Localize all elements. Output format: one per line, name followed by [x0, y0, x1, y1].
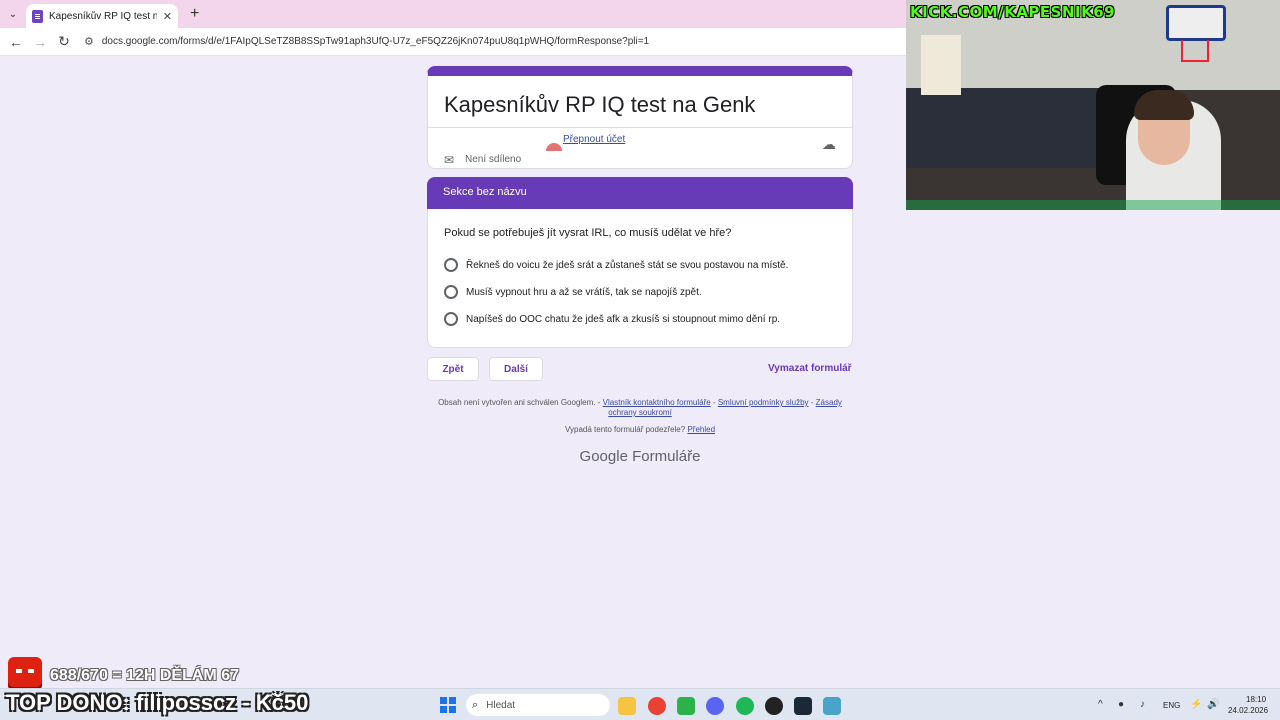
footer-separator: - — [810, 398, 814, 407]
avatar — [546, 143, 562, 151]
section-header: Sekce bez názvu — [427, 177, 853, 209]
network-icon[interactable]: ⚡ — [1190, 699, 1202, 710]
reload-icon[interactable]: ↻ — [52, 33, 76, 50]
switch-account-link[interactable]: Přepnout účet — [563, 134, 625, 145]
report-line: Vypadá tento formulář podezřele? Přehled — [427, 425, 853, 434]
spotify-icon[interactable] — [736, 697, 754, 715]
streamer-hair — [1134, 90, 1194, 120]
brand-google: Google — [579, 448, 628, 465]
form-footer: Obsah není vytvořen ani schválen Googlem… — [436, 398, 844, 418]
option-label[interactable]: Musíš vypnout hru a až se vrátíš, tak se… — [466, 287, 702, 298]
forms-favicon-icon — [32, 9, 43, 23]
forward-arrow-icon[interactable]: → — [28, 34, 52, 50]
brand-forms: Formuláře — [632, 448, 701, 465]
radio-button[interactable] — [444, 285, 458, 299]
question-card: Pokud se potřebuješ jít vysrat IRL, co m… — [427, 209, 853, 348]
back-button[interactable]: Zpět — [427, 357, 479, 381]
windows-start-icon[interactable] — [440, 697, 456, 713]
file-explorer-icon[interactable] — [618, 697, 636, 715]
webcam-poster — [921, 35, 961, 95]
steam-icon[interactable] — [794, 697, 812, 715]
taskbar-search[interactable]: ⌕ Hledat — [466, 694, 610, 716]
divider — [428, 127, 852, 128]
radio-button[interactable] — [444, 258, 458, 272]
kick-channel-label: KICK.COM/KAPESNIK69 — [910, 3, 1116, 21]
obs-icon[interactable] — [765, 697, 783, 715]
url-text: docs.google.com/forms/d/e/1FAIpQLSeTZ8B8… — [101, 36, 650, 47]
chrome-icon[interactable] — [648, 697, 666, 715]
tab-close-icon[interactable]: ✕ — [163, 10, 172, 23]
section-title: Sekce bez názvu — [443, 186, 527, 198]
clock-date[interactable]: 24.02.2026 — [1228, 706, 1268, 715]
tray-chevron-icon[interactable]: ^ — [1098, 699, 1103, 710]
suspicious-text: Vypadá tento formulář podezřele? — [564, 425, 686, 434]
game-launcher-icon[interactable] — [677, 697, 695, 715]
option-label[interactable]: Řekneš do voicu že jdeš srát a zůstaneš … — [466, 260, 788, 271]
tab-title: Kapesníkův RP IQ test na Genk — [49, 10, 157, 22]
disclaimer-text: Obsah není vytvořen ani schválen Googlem… — [438, 398, 601, 407]
microphone-icon[interactable]: ♪ — [1140, 699, 1145, 710]
not-shared-icon: ✉ — [444, 153, 455, 167]
browser-toolbar: ← → ↻ ⚙ docs.google.com/forms/d/e/1FAIpQ… — [0, 28, 906, 56]
language-indicator[interactable]: ENG — [1163, 701, 1180, 710]
radio-button[interactable] — [444, 312, 458, 326]
clock-time[interactable]: 18:10 — [1246, 695, 1266, 704]
tab-bar: ⌄ Kapesníkův RP IQ test na Genk ✕ + — [0, 0, 906, 28]
clear-form-button[interactable]: Vymazat formulář — [768, 363, 852, 374]
cloud-save-icon[interactable]: ☁ — [822, 136, 836, 153]
option-label[interactable]: Napíšeš do OOC chatu že jdeš afk a zkusí… — [466, 314, 780, 325]
basketball-net — [1181, 40, 1209, 62]
webcam-overlay: KICK.COM/KAPESNIK69 — [906, 0, 1280, 210]
question-text: Pokud se potřebuješ jít vysrat IRL, co m… — [444, 227, 732, 239]
discord-icon[interactable] — [706, 697, 724, 715]
webcam-light — [906, 200, 1280, 210]
sub-goal-text: 688/670 = 12H DĚLÁM 67 — [50, 667, 239, 684]
not-shared-label: Není sdíleno — [465, 154, 522, 165]
google-forms-logo: Google Formuláře — [427, 448, 853, 465]
footer-separator: - — [712, 398, 716, 407]
app-icon[interactable] — [823, 697, 841, 715]
next-button[interactable]: Další — [489, 357, 543, 381]
new-tab-button[interactable]: + — [190, 5, 199, 23]
devil-mascot-icon — [8, 657, 42, 691]
report-link[interactable]: Přehled — [687, 425, 715, 434]
radio-option[interactable]: Napíšeš do OOC chatu že jdeš afk a zkusí… — [444, 312, 780, 326]
form-title-card: Kapesníkův RP IQ test na Genk Přepnout ú… — [427, 66, 853, 169]
radio-option[interactable]: Řekneš do voicu že jdeš srát a zůstaneš … — [444, 258, 788, 272]
basketball-hoop — [1166, 5, 1226, 41]
top-donor-text: TOP DONO: filiposscz - Kč50 — [6, 690, 309, 715]
search-placeholder: Hledat — [486, 699, 516, 711]
address-bar[interactable]: ⚙ docs.google.com/forms/d/e/1FAIpQLSeTZ8… — [84, 29, 906, 54]
owner-contact-link[interactable]: Vlastník kontaktního formuláře — [603, 398, 711, 407]
form-title: Kapesníkův RP IQ test na Genk — [444, 92, 756, 117]
tray-app-icon[interactable]: ● — [1118, 699, 1124, 710]
radio-option[interactable]: Musíš vypnout hru a až se vrátíš, tak se… — [444, 285, 702, 299]
tab-search-chevron-icon[interactable]: ⌄ — [0, 0, 26, 28]
terms-link[interactable]: Smluvní podmínky služby — [718, 398, 809, 407]
volume-icon[interactable]: 🔊 — [1207, 699, 1219, 710]
back-arrow-icon[interactable]: ← — [4, 34, 28, 50]
search-icon: ⌕ — [472, 698, 479, 711]
site-info-icon[interactable]: ⚙ — [84, 35, 94, 48]
browser-tab[interactable]: Kapesníkův RP IQ test na Genk ✕ — [26, 4, 178, 28]
